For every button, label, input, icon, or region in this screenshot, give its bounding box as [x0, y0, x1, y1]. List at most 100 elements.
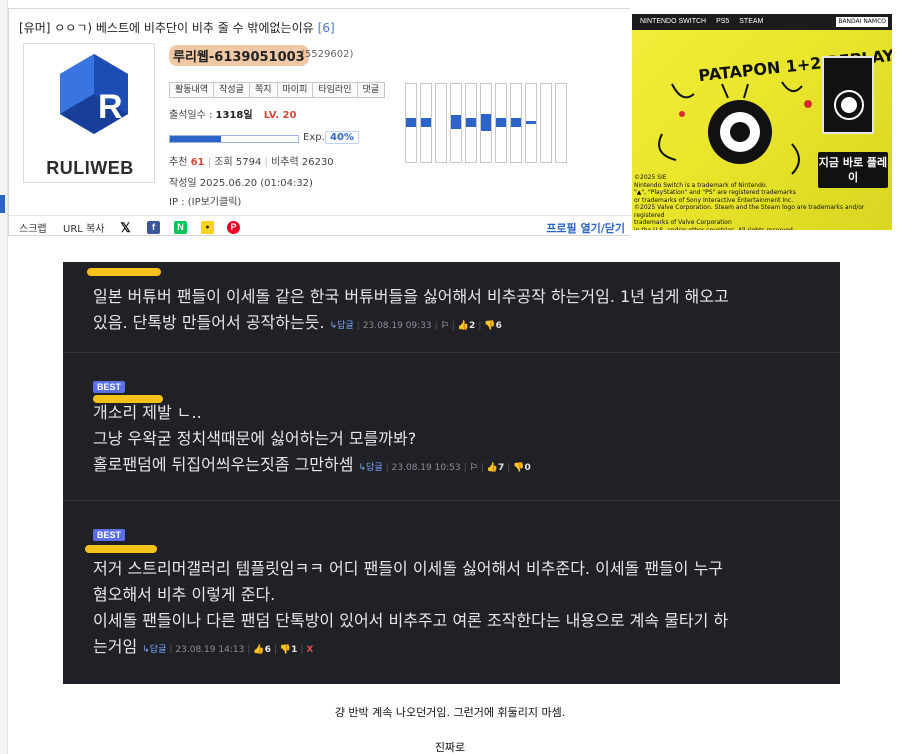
activity-bar: [511, 117, 521, 127]
left-rail: [0, 0, 8, 754]
comment-3-line-1: 저거 스트리머갤러리 템플릿임ㅋㅋ 어디 팬들이 이세돌 싫어해서 비추준다. …: [93, 559, 724, 578]
upvote-icon[interactable]: 👍: [458, 321, 469, 331]
x-share-icon[interactable]: 𝕏: [119, 221, 132, 234]
tab-comments[interactable]: 댓글: [357, 82, 386, 98]
comment-1-meta: ↳답글 | 23.08.19 09:33 | ⚐ | 👍2 | 👎6: [329, 321, 502, 331]
views-label: 조회: [214, 157, 233, 168]
reply-button[interactable]: ↳답글: [142, 645, 166, 655]
ip-value[interactable]: (IP보기클릭): [188, 197, 242, 208]
downvote-count: 0: [524, 463, 531, 473]
tab-mypi[interactable]: 마이피: [277, 82, 314, 98]
tab-timeline[interactable]: 타임라인: [313, 82, 358, 98]
exp-bar-fill: [170, 136, 222, 142]
facebook-share-icon[interactable]: f: [147, 221, 160, 234]
downvote-icon[interactable]: 👎: [484, 321, 495, 331]
comment-2-line-2: 그냥 우왁굳 정치색때문에 싫어하는거 모를까봐?: [93, 429, 417, 448]
upvote-count: 6: [264, 645, 271, 655]
ad-legal-line: Nintendo Switch is a trademark of Ninten…: [634, 181, 768, 189]
activity-column: [420, 83, 432, 163]
post-header: [유머] ㅇㅇㄱ) 베스트에 비추단이 비추 줄 수 밖에없는이유 [6] R R…: [8, 8, 631, 236]
downvote-count: 1: [291, 645, 298, 655]
activity-column: [495, 83, 507, 163]
kakaotalk-share-icon[interactable]: ●: [201, 221, 214, 234]
comment-3-line-2: 혐오해서 비추 이렇게 준다.: [93, 585, 276, 604]
user-id: (5529602): [301, 49, 354, 60]
best-badge: BEST: [93, 529, 126, 541]
comment-3-line-3: 이세돌 팬들이나 다른 팬덤 단톡방이 있어서 비추주고 여론 조작한다는 내용…: [93, 611, 729, 630]
comment-2-line-3: 홀로팬덤에 뒤집어씌우는짓좀 그만하셈 ↳답글 | 23.08.19 10:53 | ⚐…: [93, 452, 840, 481]
attendance-row: 출석일수 : 1318일 LV. 20: [169, 106, 296, 121]
comment-2-line-3-text: 홀로팬덤에 뒤집어씌우는짓좀 그만하셈: [93, 455, 354, 474]
svg-text:R: R: [98, 88, 123, 126]
activity-column: [435, 83, 447, 163]
ip-row: IP : (IP보기클릭): [169, 193, 241, 208]
delete-x-icon[interactable]: X: [306, 645, 313, 655]
downvote-count: 6: [495, 321, 502, 331]
ad-legal-line: trademarks of Valve Corporation: [634, 219, 732, 226]
post-title-text: [유머] ㅇㅇㄱ) 베스트에 비추단이 비추 줄 수 밖에없는이유: [19, 21, 314, 35]
ad-legal-text: ©2025 SIE Nintendo Switch is a trademark …: [634, 174, 890, 230]
profile-tabs: 활동내역 작성글 쪽지 마이피 타임라인 댓글: [169, 82, 386, 98]
ruliweb-logo: R RULIWEB: [23, 43, 155, 183]
user-level: LV. 20: [263, 110, 297, 121]
naver-share-icon[interactable]: N: [174, 221, 187, 234]
comment-1-line-1: 일본 버튜버 팬들이 이세돌 같은 한국 버튜버들을 싫어해서 비추공작 하는거…: [93, 287, 729, 306]
report-icon[interactable]: ⚐: [441, 321, 449, 331]
activity-bar: [451, 115, 461, 129]
comment-2: BEST 개소리 제발 ㄴ.. 그냥 우왁굳 정치색때문에 싫어하는거 모를까봐…: [63, 352, 840, 500]
left-rail-marker: [0, 195, 5, 213]
ad-legal-line: in the U.S. and/or other countries. All …: [634, 226, 795, 231]
downvote-value: 26230: [301, 157, 334, 168]
activity-column: [525, 83, 537, 163]
attendance-label: 출석일수 :: [169, 110, 213, 121]
url-copy-button[interactable]: URL 복사: [63, 220, 104, 235]
written-value: 2025.06.20 (01:04:32): [199, 178, 313, 189]
activity-column: [450, 83, 462, 163]
downvote-icon[interactable]: 👎: [280, 645, 291, 655]
user-nickname[interactable]: 루리웹-6139051003: [169, 45, 309, 66]
reply-button[interactable]: ↳답글: [359, 463, 383, 473]
exp-label: Exp.: [303, 132, 325, 143]
report-icon[interactable]: ⚐: [470, 463, 478, 473]
activity-bar: [406, 117, 416, 127]
score-row: 추천 61 | 조회 5794 | 비추력 26230: [169, 157, 334, 168]
ad-legal-line: ©2025 SIE: [634, 174, 667, 181]
reply-button[interactable]: ↳답글: [330, 321, 354, 331]
box-eye-icon: [834, 90, 864, 120]
comment-screenshot: 일본 버튜버 팬들이 이세돌 같은 한국 버튜버들을 싫어해서 비추공작 하는거…: [63, 262, 840, 684]
ad-legal-line: ©2025 Valve Corporation. Steam and the S…: [634, 204, 865, 219]
downvote-icon[interactable]: 👎: [513, 463, 524, 473]
tab-messages[interactable]: 쪽지: [249, 82, 278, 98]
comment-date: 23.08.19 10:53: [391, 463, 461, 473]
activity-bar: [526, 120, 536, 124]
redacted-nickname: [87, 268, 161, 276]
written-row: 작성일 2025.06.20 (01:04:32): [169, 174, 313, 189]
activity-graph: [405, 83, 575, 163]
redacted-nickname: [93, 395, 163, 403]
comment-1-line-2: 있음. 단톡방 만들어서 공작하는듯. ↳답글 | 23.08.19 09:33 | ⚐…: [93, 310, 840, 339]
page: [유머] ㅇㅇㄱ) 베스트에 비추단이 비추 줄 수 밖에없는이유 [6] R R…: [0, 0, 900, 754]
pinterest-share-icon[interactable]: P: [227, 221, 240, 234]
comment-3-line-4: 는거임 ↳답글 | 23.08.19 14:13 | 👍6 | 👎1 | X: [93, 634, 840, 663]
tab-activity[interactable]: 활동내역: [169, 82, 215, 98]
ad-legal-line: or trademarks of Sony Interactive Entert…: [634, 196, 794, 204]
comment-2-line-1: 개소리 제발 ㄴ..: [93, 403, 202, 422]
logo-text: RULIWEB: [46, 158, 134, 178]
scrap-button[interactable]: 스크랩: [19, 220, 47, 235]
comment-1-line-2-text: 있음. 단톡방 만들어서 공작하는듯.: [93, 313, 325, 332]
upvote-icon[interactable]: 👍: [487, 463, 498, 473]
ruliweb-cube-icon: R: [60, 54, 128, 134]
comment-3-line-4-text: 는거임: [93, 637, 138, 656]
written-label: 작성일: [169, 178, 197, 189]
upvote-icon[interactable]: 👍: [253, 645, 264, 655]
upvote-count: 2: [469, 321, 476, 331]
profile-toggle-button[interactable]: 프로필 열기/닫기: [546, 220, 625, 236]
comment-3-meta: ↳답글 | 23.08.19 14:13 | 👍6 | 👎1 | X: [142, 645, 314, 655]
activity-column: [405, 83, 417, 163]
game-ad-banner[interactable]: NINTENDO SWITCH PS5 STEAM BANDAI NAMCO P…: [632, 14, 892, 230]
activity-column: [465, 83, 477, 163]
views-value: 5794: [235, 157, 262, 168]
comment-count[interactable]: [6]: [318, 21, 335, 35]
tab-posts[interactable]: 작성글: [214, 82, 250, 98]
post-title: [유머] ㅇㅇㄱ) 베스트에 비추단이 비추 줄 수 밖에없는이유 [6]: [19, 19, 335, 36]
